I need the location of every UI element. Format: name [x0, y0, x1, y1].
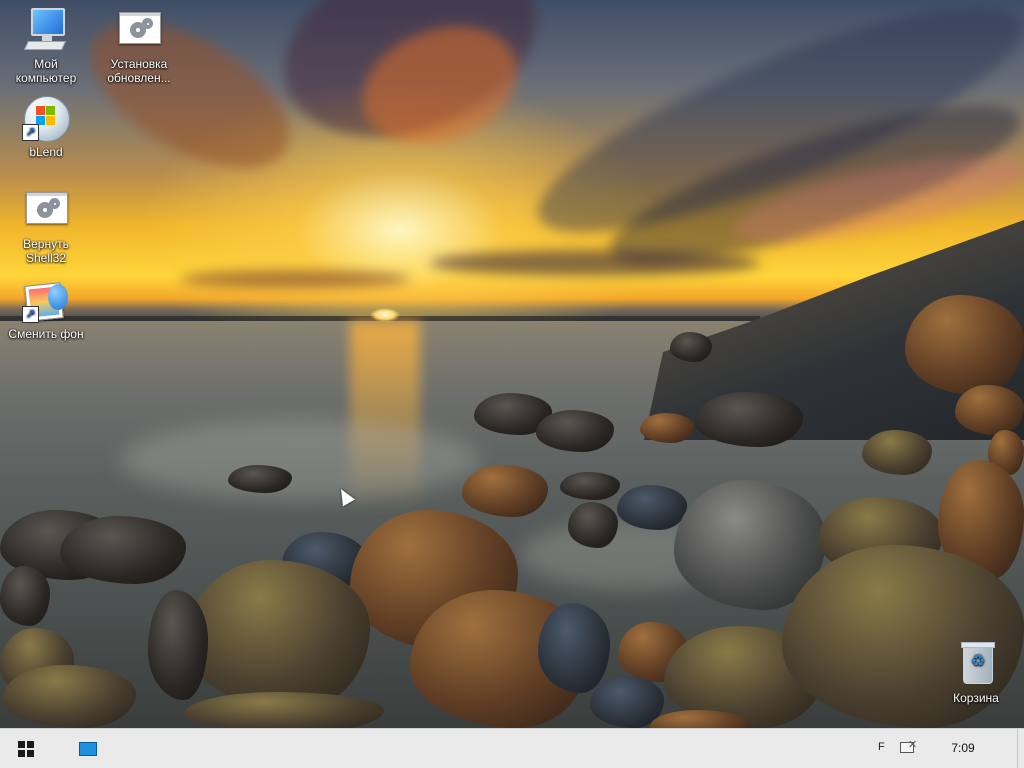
sea-mist	[120, 420, 480, 500]
desktop-icon-blend[interactable]: ↗ bLend	[6, 94, 86, 159]
rock	[538, 603, 610, 693]
rock	[0, 566, 50, 626]
taskbar: F ✕ 7:09	[0, 728, 1024, 768]
rock	[905, 295, 1024, 395]
rock	[568, 502, 618, 548]
rock	[228, 465, 292, 493]
desktop-icon-recycle-bin[interactable]: ♻ Корзина	[936, 640, 1016, 705]
desktop-icon-label: Мой компьютер	[15, 57, 77, 85]
desktop-icon-my-computer[interactable]: Мой компьютер	[6, 6, 86, 85]
desktop-icon-install-updates[interactable]: Установка обновлен...	[99, 6, 179, 85]
rock	[184, 692, 384, 728]
language-indicator[interactable]: F	[878, 741, 885, 753]
peek-desktop-button[interactable]	[1017, 729, 1024, 768]
settings-window-icon	[22, 186, 70, 234]
settings-window-icon	[115, 6, 163, 54]
desktop-icon-label: bLend	[29, 145, 63, 159]
cloud-streak	[430, 250, 760, 276]
rock	[186, 560, 370, 710]
rock	[148, 590, 208, 700]
cloud-streak	[180, 270, 410, 288]
rock	[695, 392, 803, 447]
rock	[670, 332, 712, 362]
recycle-bin-icon: ♻	[952, 640, 1000, 688]
shortcut-arrow-icon: ↗	[22, 124, 39, 141]
rock	[955, 385, 1024, 435]
shortcut-arrow-icon: ↗	[22, 306, 39, 323]
desktop-icon	[79, 741, 97, 756]
desktop-icon-label: Вернуть Shell32	[23, 237, 69, 265]
windows-logo-icon	[18, 740, 34, 757]
taskbar-clock[interactable]: 7:09	[938, 741, 988, 755]
desktop-icon-label: Корзина	[953, 691, 999, 705]
windows-globe-icon: ↗	[22, 94, 70, 142]
wallpaper-icon: ↗	[22, 276, 70, 324]
rock	[560, 472, 620, 500]
sun	[370, 308, 400, 322]
desktop-icon-label: Установка обновлен...	[107, 57, 171, 85]
show-desktop-button[interactable]	[68, 729, 108, 768]
desktop-icon-change-wallpaper[interactable]: ↗ Сменить фон	[6, 276, 86, 341]
computer-icon	[22, 6, 70, 54]
rock	[2, 665, 136, 728]
start-button[interactable]	[0, 729, 52, 768]
rock	[862, 430, 932, 475]
network-disconnected-icon[interactable]: ✕	[898, 739, 918, 757]
desktop-icon-restore-shell32[interactable]: Вернуть Shell32	[6, 186, 86, 265]
rock	[60, 516, 186, 584]
desktop-icon-label: Сменить фон	[8, 327, 84, 341]
rock	[536, 410, 614, 452]
rock	[462, 465, 548, 517]
rock	[617, 485, 687, 530]
rock	[640, 413, 694, 443]
desktop-wallpaper	[0, 0, 1024, 728]
